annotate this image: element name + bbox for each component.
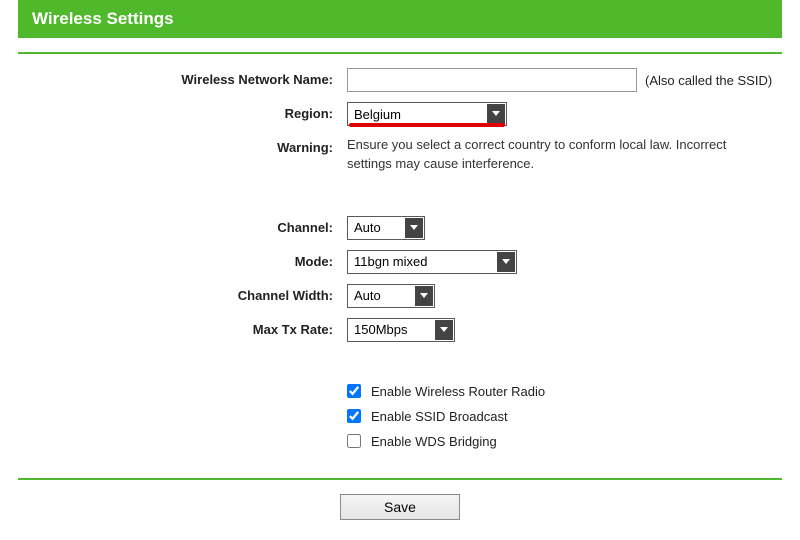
region-label: Region: <box>18 102 333 121</box>
settings-form: Wireless Network Name: (Also called the … <box>18 68 782 475</box>
enable-ssid-broadcast-label: Enable SSID Broadcast <box>371 409 508 424</box>
channel-select[interactable]: Auto <box>347 216 425 240</box>
mode-label: Mode: <box>18 250 333 269</box>
enable-ssid-broadcast-checkbox[interactable] <box>347 409 361 423</box>
enable-radio-checkbox[interactable] <box>347 384 361 398</box>
channel-width-select[interactable]: Auto <box>347 284 435 308</box>
enable-wds-checkbox[interactable] <box>347 434 361 448</box>
ssid-input[interactable] <box>347 68 637 92</box>
warning-label: Warning: <box>18 136 333 155</box>
page-title: Wireless Settings <box>18 0 782 38</box>
enable-wds-label: Enable WDS Bridging <box>371 434 497 449</box>
enable-radio-label: Enable Wireless Router Radio <box>371 384 545 399</box>
warning-text: Ensure you select a correct country to c… <box>347 136 747 174</box>
divider-bottom <box>18 478 782 480</box>
ssid-hint: (Also called the SSID) <box>645 73 772 88</box>
save-button[interactable]: Save <box>340 494 460 520</box>
max-tx-rate-select[interactable]: 150Mbps <box>347 318 455 342</box>
mode-select[interactable]: 11bgn mixed <box>347 250 517 274</box>
ssid-label: Wireless Network Name: <box>18 68 333 87</box>
max-tx-rate-label: Max Tx Rate: <box>18 318 333 337</box>
divider-top <box>18 52 782 54</box>
channel-label: Channel: <box>18 216 333 235</box>
region-select[interactable]: Belgium <box>347 102 507 126</box>
channel-width-label: Channel Width: <box>18 284 333 303</box>
